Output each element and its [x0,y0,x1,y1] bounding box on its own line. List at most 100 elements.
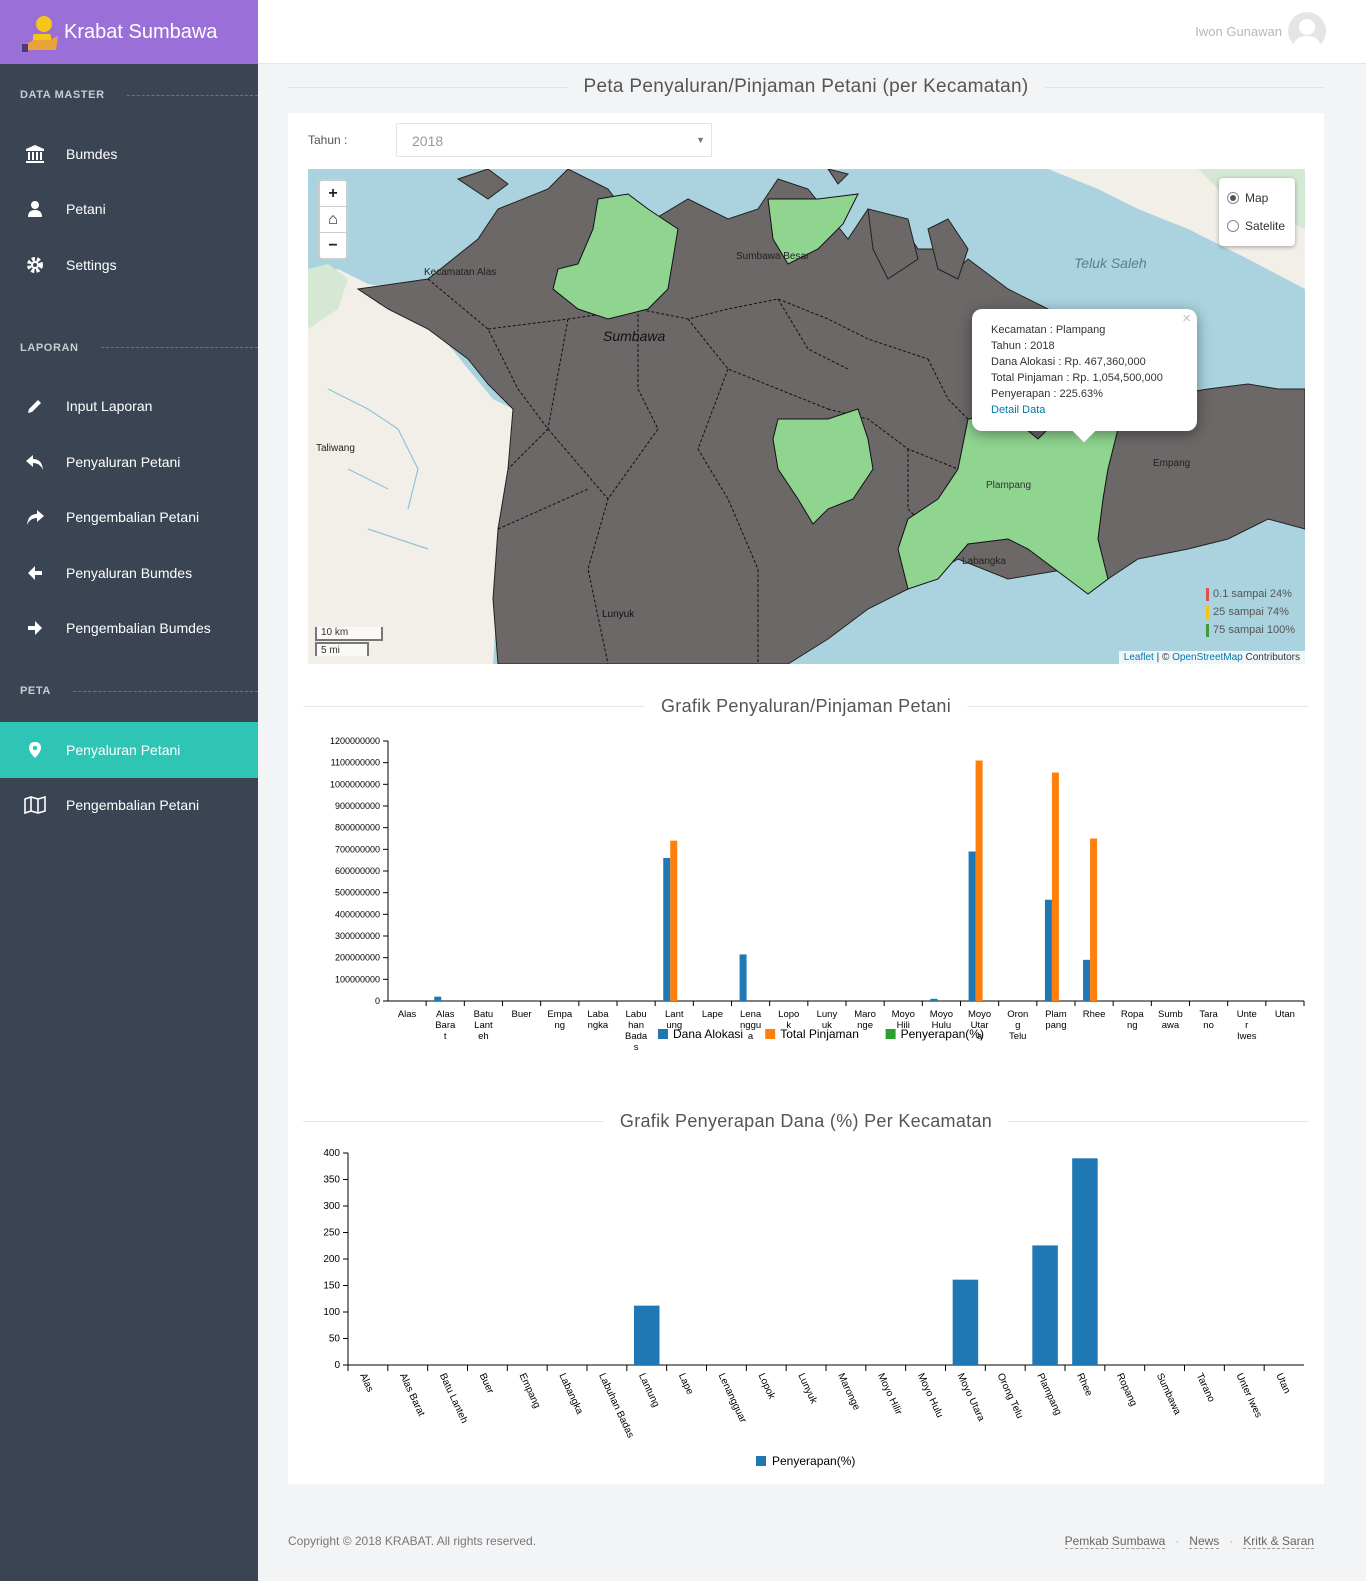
bar-total-pinjaman [975,760,983,1001]
footer-link[interactable]: Kritk & Saran [1243,1534,1314,1549]
layer-option-map[interactable]: Map [1227,184,1287,212]
sidebar-item-settings[interactable]: Settings [0,237,258,293]
map-marker-icon [24,739,46,761]
legend-label: 25 sampai 74% [1213,606,1289,618]
x-tick-label: awa [1162,1020,1180,1031]
sidebar-item-petani[interactable]: Petani [0,182,258,238]
sidebar-item-pengembalian-petani[interactable]: Pengembalian Petani [0,490,258,546]
legend-swatch [756,1456,766,1466]
x-tick-label: eh [478,1031,489,1042]
map-attribution: Leaflet | © OpenStreetMap Contributors [1118,651,1305,664]
x-tick-label: Moyo [930,1009,953,1020]
x-tick-label: Moyo [968,1009,991,1020]
map-popup: × Kecamatan : Plampang Tahun : 2018 Dana… [972,309,1197,443]
x-tick-label: Unter Iwes [1234,1372,1264,1420]
sidebar-item-peta-penyaluran-petani[interactable]: Penyaluran Petani [0,722,258,778]
x-tick-label: Lant [665,1009,684,1020]
radio-icon[interactable] [1227,220,1239,232]
popup-line: Penyerapan : 225.63% [991,388,1103,400]
bar-penyerapan [952,1279,979,1365]
y-tick-label: 250 [323,1228,340,1239]
legend-item: 25 sampai 74% [1206,603,1295,621]
sidebar-item-bumdes[interactable]: Bumdes [0,126,258,182]
x-tick-label: Lopo [778,1009,799,1020]
bar-total-pinjaman [1090,838,1098,1001]
legend-label: 75 sampai 100% [1213,624,1295,636]
x-tick-label: Laba [587,1009,609,1020]
footer-link[interactable]: Pemkab Sumbawa [1064,1534,1166,1549]
x-tick-label: Rhee [1083,1009,1106,1020]
x-tick-label: Plampang [1034,1372,1063,1417]
x-tick-label: Iwes [1237,1031,1257,1042]
footer-link[interactable]: News [1189,1534,1220,1549]
tahun-label: Tahun : [308,133,348,147]
logo-icon [20,10,60,54]
x-tick-label: han [628,1020,644,1031]
place-label: Sumbawa [603,328,665,344]
sidebar-item-penyaluran-petani[interactable]: Penyaluran Petani [0,434,258,490]
x-tick-label: Lape [702,1009,723,1020]
user-menu[interactable]: Iwon Gunawan [1195,12,1326,50]
top-bar: Iwon Gunawan [258,0,1366,64]
place-label: Kecamatan Alas [424,267,496,278]
legend-swatch [1206,623,1210,637]
legend-swatch [1206,587,1210,601]
x-tick-label: Bara [435,1020,456,1031]
bar-dana-alokasi [1044,899,1052,1001]
sidebar-item-pengembalian-bumdes[interactable]: Pengembalian Bumdes [0,601,258,657]
x-tick-label: Empa [547,1009,573,1020]
footer: Copyright © 2018 KRABAT. All rights rese… [288,1534,1324,1549]
leaflet-link[interactable]: Leaflet [1124,652,1154,663]
bar-penyerapan [1072,1158,1098,1365]
sidebar-item-input-laporan[interactable]: Input Laporan [0,379,258,435]
map[interactable]: Kecamatan Alas Sumbawa Sumbawa Besar Tel… [308,169,1305,664]
y-tick-label: 350 [323,1175,340,1186]
legend-swatch [765,1029,776,1039]
x-tick-label: t [444,1031,447,1042]
layer-control: Map Satelite [1219,178,1295,246]
legend-label: Dana Alokasi [673,1027,743,1041]
popup-line: Tahun : 2018 [991,340,1055,352]
x-tick-label: Batu Lanteh [437,1372,470,1426]
legend-swatch [1206,605,1210,619]
x-tick-label: Tara [1199,1009,1218,1020]
sidebar-item-penyaluran-bumdes[interactable]: Penyaluran Bumdes [0,545,258,601]
caret-down-icon: ▼ [696,135,705,145]
page-heading: Peta Penyaluran/Pinjaman Petani (per Kec… [288,76,1325,98]
detail-data-link[interactable]: Detail Data [991,404,1045,416]
brand[interactable]: Krabat Sumbawa [0,0,258,64]
gear-icon [24,254,46,276]
sidebar-item-label: Pengembalian Petani [66,797,200,814]
layer-option-satelite[interactable]: Satelite [1227,212,1287,240]
home-button[interactable]: ⌂ [320,207,346,233]
osm-link[interactable]: OpenStreetMap [1172,652,1243,663]
bar-dana-alokasi [968,851,976,1001]
legend-label: Total Pinjaman [780,1027,859,1041]
y-tick-label: 0 [334,1360,340,1371]
y-tick-label: 400000000 [335,909,380,919]
radio-icon[interactable] [1227,192,1239,204]
sidebar-item-peta-pengembalian-petani[interactable]: Pengembalian Petani [0,778,258,834]
place-label: Sumbawa Besar [736,251,810,262]
tahun-value: 2018 [412,133,444,149]
x-tick-label: Ropa [1121,1009,1144,1020]
tahun-select[interactable]: 2018 ▼ [396,123,712,157]
sidebar-item-label: Penyaluran Petani [66,453,181,470]
zoom-in-button[interactable]: + [320,181,346,207]
sidebar-item-label: Settings [66,256,117,273]
sidebar-item-label: Penyaluran Bumdes [66,564,193,581]
close-icon[interactable]: × [1182,311,1191,327]
chart2: 0 50 100 150 200 250 300 350 400 Alas Alas Barat Ba… [323,1148,1304,1468]
place-label: Plampang [986,480,1031,491]
x-tick-label: Moyo Hulu [915,1372,945,1420]
avatar[interactable] [1288,12,1326,50]
zoom-out-button[interactable]: − [320,233,346,258]
y-tick-label: 500000000 [335,888,380,898]
chart1: 0 100000000 200000000 300000000 400000000 500… [330,736,1305,1053]
x-tick-label: Lunyuk [795,1372,819,1407]
footer-sep: · [1229,1534,1234,1548]
y-tick-label: 400 [323,1148,340,1159]
place-label: Labangka [962,556,1006,567]
x-tick-label: nge [857,1020,873,1031]
x-tick-label: Maronge [835,1372,862,1413]
